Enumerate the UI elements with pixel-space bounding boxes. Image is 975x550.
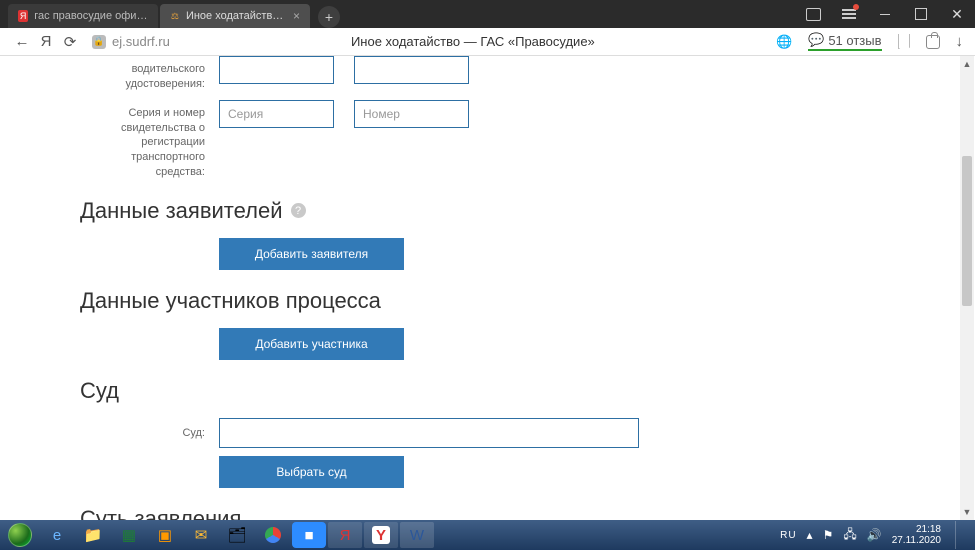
add-participant-button[interactable]: Добавить участника xyxy=(219,328,404,360)
yandex-home-icon[interactable]: Я xyxy=(34,33,58,50)
scroll-up-icon[interactable]: ▲ xyxy=(960,56,974,72)
court-input[interactable] xyxy=(219,418,639,448)
system-tray: RU ▴ ⚑ 🖧 🔊 21:18 27.11.2020 xyxy=(780,521,971,549)
page-content: водительского удостоверения: Серия и ном… xyxy=(0,56,975,520)
extensions-icon[interactable] xyxy=(926,35,940,49)
reload-button[interactable]: ⟳ xyxy=(58,33,82,51)
keyboard-lang[interactable]: RU xyxy=(780,530,796,541)
url-text: ej.sudrf.ru xyxy=(112,34,170,49)
taskbar-yandex2-icon[interactable]: Y xyxy=(364,522,398,548)
tray-chevron-icon[interactable]: ▴ xyxy=(807,528,813,542)
lock-icon: 🔒 xyxy=(92,35,106,49)
windows-taskbar: e 📁 ▦ ▣ ✉ 🗂 ■ Я Y W RU ▴ ⚑ 🖧 🔊 21:18 27.… xyxy=(0,520,975,550)
address-bar: ← Я ⟳ 🔒 ej.sudrf.ru Иное ходатайство — Г… xyxy=(0,28,975,56)
start-button[interactable] xyxy=(4,521,36,549)
reviews-indicator[interactable]: 💬 51 отзыв xyxy=(808,32,881,51)
tab-label: гас правосудие официаль xyxy=(34,10,148,22)
driver-license-row: водительского удостоверения: xyxy=(80,56,975,92)
taskbar-chrome-icon[interactable] xyxy=(256,522,290,548)
court-label: Суд: xyxy=(80,418,205,441)
translate-icon[interactable]: 🌐 xyxy=(776,34,792,50)
driver-license-series-input[interactable] xyxy=(219,56,334,84)
page-title: Иное ходатайство — ГАС «Правосудие» xyxy=(170,34,776,49)
tab-gas-pravosudie[interactable]: ⚖ Иное ходатайство — ГА × xyxy=(160,4,310,28)
reviews-text: 51 отзыв xyxy=(828,33,881,48)
select-court-button[interactable]: Выбрать суд xyxy=(219,456,404,488)
browser-titlebar: Я гас правосудие официаль ⚖ Иное ходатай… xyxy=(0,0,975,28)
driver-license-number-input[interactable] xyxy=(354,56,469,84)
taskbar-outlook-icon[interactable]: ✉ xyxy=(184,522,218,548)
vehicle-number-input[interactable] xyxy=(354,100,469,128)
window-maximize-button[interactable] xyxy=(903,0,939,28)
bookmark-icon[interactable] xyxy=(898,34,910,49)
browser-menu-icon[interactable] xyxy=(831,0,867,28)
yandex-favicon-icon: Я xyxy=(18,10,28,22)
chat-icon: 💬 xyxy=(808,32,824,48)
tab-label: Иное ходатайство — ГА xyxy=(186,10,287,22)
scroll-down-icon[interactable]: ▼ xyxy=(960,504,974,520)
back-button[interactable]: ← xyxy=(10,33,34,50)
tray-clock[interactable]: 21:18 27.11.2020 xyxy=(892,524,941,546)
tab-strip: Я гас правосудие официаль ⚖ Иное ходатай… xyxy=(0,0,340,28)
court-row: Суд: xyxy=(80,418,975,448)
new-tab-button[interactable]: + xyxy=(318,6,340,28)
window-close-button[interactable]: ✕ xyxy=(939,0,975,28)
tray-flag-icon[interactable]: ⚑ xyxy=(823,528,834,542)
taskbar-yandex1-icon[interactable]: Я xyxy=(328,522,362,548)
show-desktop-button[interactable] xyxy=(955,521,965,549)
windows-orb-icon xyxy=(8,523,32,547)
taskbar-word-icon[interactable]: W xyxy=(400,522,434,548)
scales-favicon-icon: ⚖ xyxy=(170,10,180,22)
tray-time: 21:18 xyxy=(892,524,941,535)
vehicle-series-input[interactable] xyxy=(219,100,334,128)
taskbar-zoom-icon[interactable]: ■ xyxy=(292,522,326,548)
section-participants-title: Данные участников процесса xyxy=(80,288,975,314)
taskbar-excel-icon[interactable]: ▦ xyxy=(112,522,146,548)
taskbar-explorer-icon[interactable]: 📁 xyxy=(76,522,110,548)
taskbar-ie-icon[interactable]: e xyxy=(40,522,74,548)
taskbar-media-icon[interactable]: ▣ xyxy=(148,522,182,548)
taskbar-apps: e 📁 ▦ ▣ ✉ 🗂 ■ Я Y W xyxy=(40,522,434,548)
taskbar-folder-icon[interactable]: 🗂 xyxy=(220,522,254,548)
vehicle-cert-row: Серия и номер свидетельства о регистраци… xyxy=(80,100,975,180)
window-minimize-button[interactable] xyxy=(867,0,903,28)
tray-network-icon[interactable]: 🖧 xyxy=(843,525,856,546)
add-applicant-button[interactable]: Добавить заявителя xyxy=(219,238,404,270)
vehicle-cert-label: Серия и номер свидетельства о регистраци… xyxy=(80,100,205,180)
section-essence-title: Суть заявления xyxy=(80,506,975,520)
tray-date: 27.11.2020 xyxy=(892,535,941,546)
close-tab-icon[interactable]: × xyxy=(293,9,300,23)
vertical-scrollbar[interactable]: ▲ ▼ xyxy=(960,56,974,520)
section-applicants-text: Данные заявителей xyxy=(80,198,283,224)
help-icon[interactable]: ? xyxy=(291,203,306,218)
side-panel-icon[interactable] xyxy=(795,0,831,28)
url-box[interactable]: 🔒 ej.sudrf.ru xyxy=(92,34,170,49)
window-controls: ✕ xyxy=(795,0,975,28)
section-applicants-title: Данные заявителей ? xyxy=(80,198,975,224)
downloads-icon[interactable]: ↓ xyxy=(956,33,964,50)
driver-license-label: водительского удостоверения: xyxy=(80,56,205,92)
scroll-thumb[interactable] xyxy=(962,156,972,306)
section-court-title: Суд xyxy=(80,378,975,404)
tab-gas-search[interactable]: Я гас правосудие официаль xyxy=(8,4,158,28)
tray-volume-icon[interactable]: 🔊 xyxy=(867,528,882,542)
